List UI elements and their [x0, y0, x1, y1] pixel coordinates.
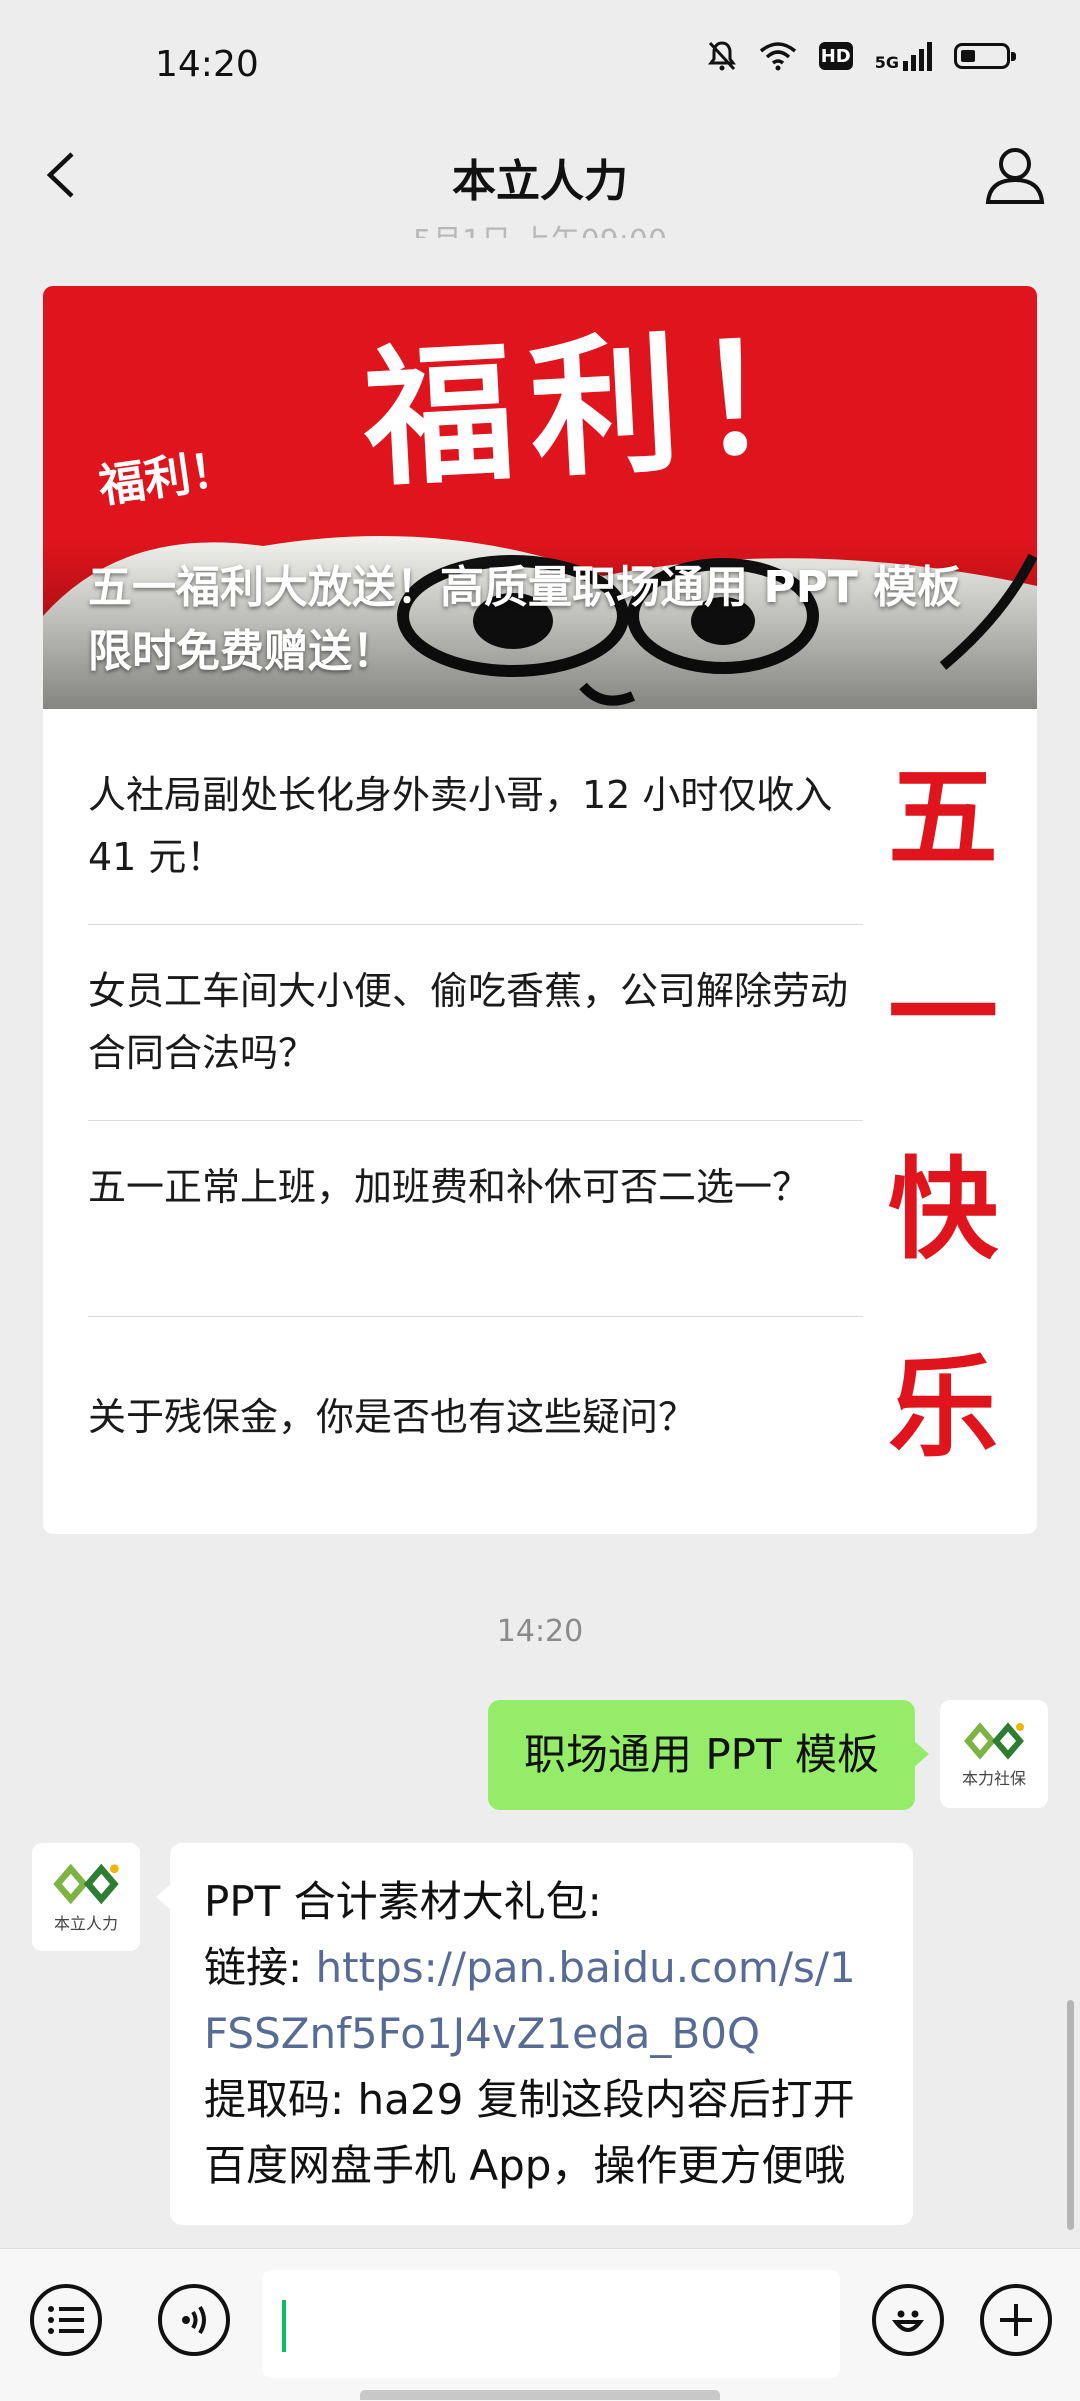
hd-icon: HD [818, 42, 853, 70]
status-time: 14:20 [155, 44, 259, 85]
link-label: 链接: [204, 1943, 316, 1992]
article-item-3[interactable]: 五一正常上班，加班费和补休可否二选一？ [88, 1156, 858, 1218]
network-label: 5G [874, 53, 899, 72]
mute-bell-icon [707, 40, 737, 72]
message-link-line: 链接: https://pan.baidu.com/s/1FSSZnf5Fo1J… [204, 1935, 879, 2067]
divider [88, 1120, 863, 1121]
my-avatar[interactable]: 本力社保 [940, 1700, 1048, 1808]
message-body: 提取码: ha29 复制这段内容后打开百度网盘手机 App，操作更方便哦 [204, 2075, 855, 2190]
profile-button[interactable] [980, 140, 1050, 210]
brand-logo-icon [964, 1722, 1024, 1760]
page-title: 本立人力 [452, 156, 628, 207]
message-input[interactable] [262, 2270, 840, 2378]
home-indicator[interactable] [360, 2390, 720, 2400]
divider [88, 1316, 863, 1317]
text-caret [282, 2300, 286, 2352]
menu-list-icon [48, 2306, 84, 2334]
divider [88, 924, 863, 925]
article-thumb-3: 快 [888, 1146, 998, 1274]
article-thumb-2: 一 [888, 950, 998, 1078]
cover-title: 五一福利大放送！高质量职场通用 PPT 模板限时免费赠送！ [88, 562, 962, 677]
voice-icon [182, 2305, 206, 2335]
article-thumb-4: 乐 [888, 1344, 998, 1472]
voice-button[interactable] [158, 2284, 230, 2356]
incoming-message-bubble[interactable]: PPT 合计素材大礼包: 链接: https://pan.baidu.com/s… [156, 1843, 913, 2225]
brand-logo-icon [53, 1863, 119, 1905]
battery-icon [954, 43, 1016, 69]
emoji-icon [891, 2310, 925, 2332]
cover-headline-art: 福利！ [359, 308, 866, 508]
article-thumb-1: 五 [888, 754, 998, 882]
cover-article[interactable]: 福利！ 福利！ 五一福利大放送！高质量职场通用 PPT 模板限时免费赠送！ [43, 286, 1037, 709]
emoji-button[interactable] [872, 2284, 944, 2356]
avatar-caption: 本力社保 [961, 1769, 1026, 1788]
plus-icon [1000, 2304, 1032, 2336]
article-item-2[interactable]: 女员工车间大小便、偷吃香蕉，公司解除劳动合同合法吗？ [88, 960, 858, 1084]
sender-avatar[interactable]: 本立人力 [32, 1843, 140, 1951]
clipped-timestamp: 5月1日 上午09:00 [0, 216, 1080, 238]
person-icon [985, 148, 1045, 204]
menu-button[interactable] [30, 2284, 102, 2356]
more-button[interactable] [980, 2284, 1052, 2356]
article-card[interactable]: 福利！ 福利！ 五一福利大放送！高质量职场通用 PPT 模板限时免费赠送！ 人社… [43, 286, 1037, 1534]
chat-timestamp: 14:20 [496, 1614, 584, 1649]
signal-icon: 5G [875, 41, 932, 71]
article-item-1[interactable]: 人社局副处长化身外卖小哥，12 小时仅收入 41 元！ [88, 764, 858, 888]
message-line-title: PPT 合计素材大礼包: [204, 1877, 602, 1926]
scrollbar[interactable] [1067, 2000, 1074, 2230]
wifi-icon [759, 41, 797, 71]
article-item-4[interactable]: 关于残保金，你是否也有这些疑问？ [88, 1386, 858, 1448]
status-icons: HD 5G [707, 40, 1016, 72]
outgoing-message-bubble[interactable]: 职场通用 PPT 模板 [487, 1700, 930, 1810]
avatar-caption: 本立人力 [53, 1914, 118, 1933]
